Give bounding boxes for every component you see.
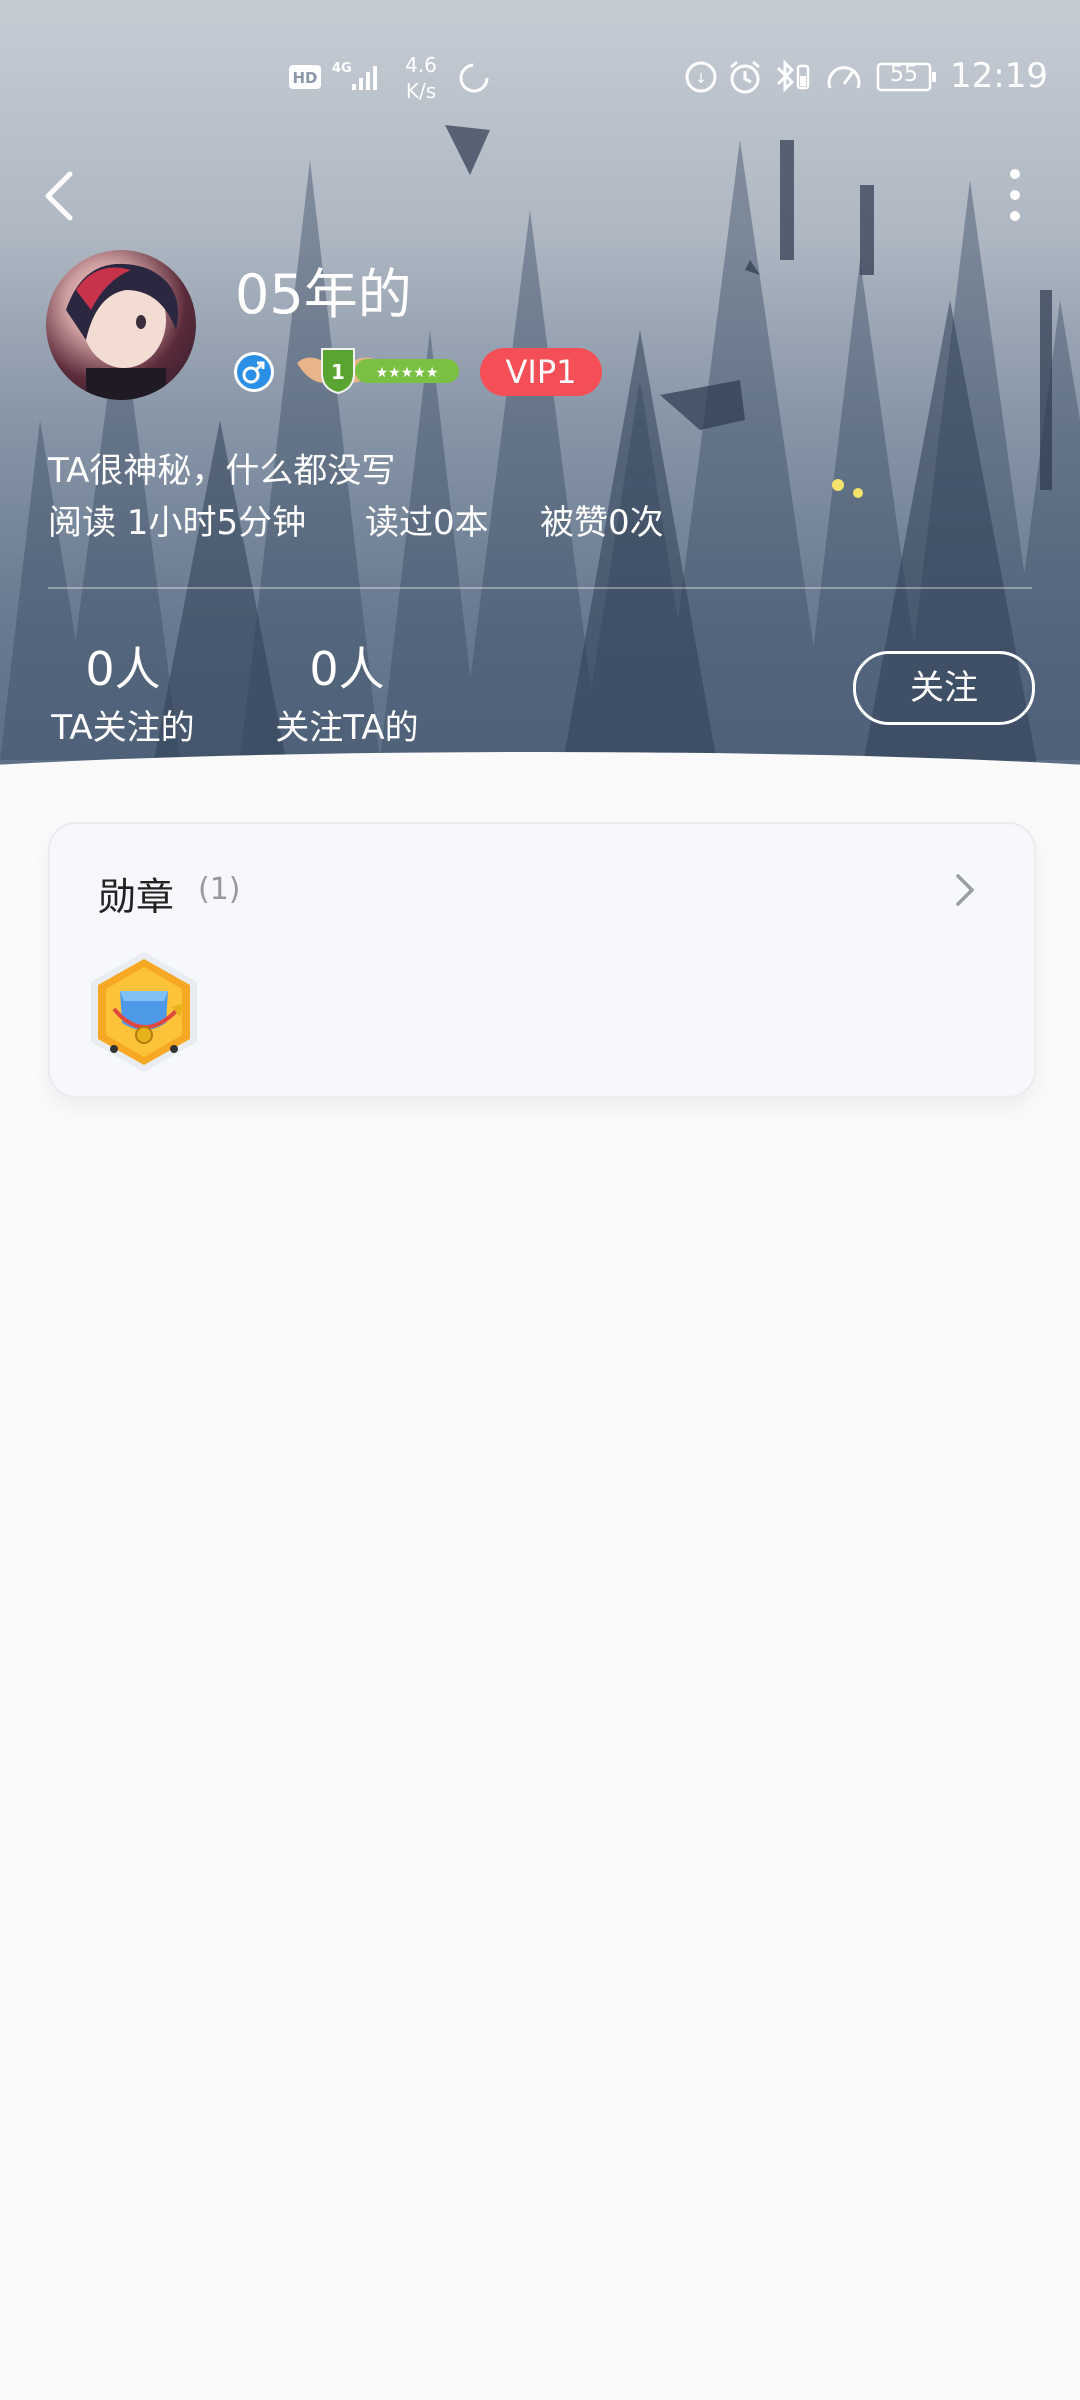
following-label[interactable]: TA关注的 (48, 700, 198, 749)
back-icon[interactable] (30, 160, 90, 230)
4g-signal-icon: 4G (332, 61, 377, 90)
battery-level: 55 (890, 62, 918, 87)
more-icon[interactable] (990, 160, 1040, 230)
data-saver-icon: ↓ (685, 61, 717, 93)
clock: 12:19 (950, 56, 1048, 96)
loading-circle-icon (459, 63, 489, 93)
avatar-image (66, 263, 178, 400)
medals-card[interactable]: 勋章 (1) (48, 822, 1036, 1098)
svg-text:4G: 4G (332, 61, 352, 76)
username: 05年的 (235, 263, 412, 326)
likes-count: 被赞0次 (540, 503, 664, 543)
net-speed-value: 4.6 (405, 53, 437, 77)
net-speed-unit: K/s (405, 79, 437, 103)
svg-text:1: 1 (331, 360, 345, 384)
svg-text:↓: ↓ (695, 71, 707, 87)
vip-badge: VIP1 (480, 348, 602, 396)
hd-icon: HD (289, 65, 321, 89)
medals-title: 勋章 (98, 875, 175, 919)
medals-count: (1) (198, 872, 241, 907)
followers-count[interactable]: 0人 (272, 633, 422, 699)
follow-button[interactable]: 关注 (853, 651, 1035, 725)
profile-header: HD 4G 4.6 K/s ↓ 55 12:19 05年的 ★★★★★ 1 VI… (0, 0, 1080, 780)
svg-text:HD: HD (292, 69, 317, 87)
following-count[interactable]: 0人 (48, 633, 198, 699)
avatar[interactable] (46, 250, 196, 400)
followers-label[interactable]: 关注TA的 (272, 700, 422, 749)
chevron-right-icon[interactable] (950, 866, 980, 914)
male-gender-icon (234, 352, 274, 392)
reading-time: 阅读 1小时5分钟 (48, 503, 307, 543)
divider (48, 587, 1032, 589)
bluetooth-icon (776, 59, 810, 93)
speed-icon (827, 66, 861, 89)
bio-text: TA很神秘，什么都没写 (48, 451, 396, 491)
books-read: 读过0本 (365, 503, 489, 543)
svg-text:★★★★★: ★★★★★ (376, 365, 439, 381)
alarm-icon (730, 60, 760, 94)
medal-badge-icon[interactable] (84, 949, 204, 1075)
level-badge-icon: ★★★★★ 1 (297, 348, 459, 395)
status-bar: HD 4G 4.6 K/s ↓ 55 12:19 (0, 50, 1080, 110)
